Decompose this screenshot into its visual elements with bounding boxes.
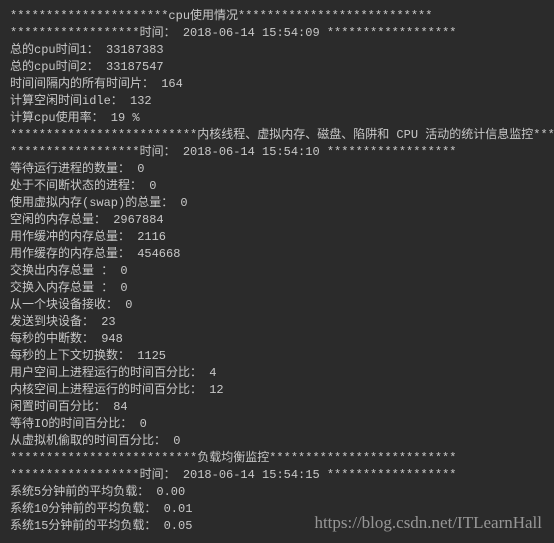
stats-kernel-time: 内核空间上进程运行的时间百分比： 12 bbox=[10, 382, 544, 399]
cpu-idle-time: 计算空闲时间idle： 132 bbox=[10, 93, 544, 110]
stats-free-mem: 空闲的内存总量： 2967884 bbox=[10, 212, 544, 229]
stats-swap-total: 使用虚拟内存(swap)的总量： 0 bbox=[10, 195, 544, 212]
cpu-interval-slices: 时间间隔内的所有时间片： 164 bbox=[10, 76, 544, 93]
stats-blk-recv: 从一个块设备接收： 0 bbox=[10, 297, 544, 314]
load-time-header: ******************时间： 2018-06-14 15:54:1… bbox=[10, 467, 544, 484]
stats-ctx-switch: 每秒的上下文切换数： 1125 bbox=[10, 348, 544, 365]
stats-blk-send: 发送到块设备： 23 bbox=[10, 314, 544, 331]
cpu-section-header: **********************cpu使用情况***********… bbox=[10, 8, 544, 25]
terminal-output: **********************cpu使用情况***********… bbox=[10, 8, 544, 535]
stats-buffer-mem: 用作缓冲的内存总量： 2116 bbox=[10, 229, 544, 246]
stats-section-header: **************************内核线程、虚拟内存、磁盘、陷… bbox=[10, 127, 544, 144]
cpu-time-header: ******************时间： 2018-06-14 15:54:0… bbox=[10, 25, 544, 42]
stats-swap-out: 交换出内存总量 ： 0 bbox=[10, 263, 544, 280]
cpu-usage-rate: 计算cpu使用率： 19 % bbox=[10, 110, 544, 127]
stats-swap-in: 交换入内存总量 ： 0 bbox=[10, 280, 544, 297]
stats-waiting-procs: 等待运行进程的数量： 0 bbox=[10, 161, 544, 178]
stats-cache-mem: 用作缓存的内存总量： 454668 bbox=[10, 246, 544, 263]
stats-io-wait-pct: 等待IO的时间百分比： 0 bbox=[10, 416, 544, 433]
load-avg-15: 系统15分钟前的平均负载： 0.05 bbox=[10, 518, 544, 535]
stats-time-header: ******************时间： 2018-06-14 15:54:1… bbox=[10, 144, 544, 161]
load-avg-5: 系统5分钟前的平均负载： 0.00 bbox=[10, 484, 544, 501]
stats-uninterruptible-procs: 处于不间断状态的进程： 0 bbox=[10, 178, 544, 195]
cpu-total-time-2: 总的cpu时间2： 33187547 bbox=[10, 59, 544, 76]
stats-user-time: 用户空间上进程运行的时间百分比： 4 bbox=[10, 365, 544, 382]
cpu-total-time-1: 总的cpu时间1： 33187383 bbox=[10, 42, 544, 59]
stats-idle-pct: 闲置时间百分比： 84 bbox=[10, 399, 544, 416]
stats-vm-steal-pct: 从虚拟机偷取的时间百分比： 0 bbox=[10, 433, 544, 450]
load-avg-10: 系统10分钟前的平均负载： 0.01 bbox=[10, 501, 544, 518]
stats-interrupts: 每秒的中断数： 948 bbox=[10, 331, 544, 348]
load-section-header: **************************负载均衡监控********… bbox=[10, 450, 544, 467]
